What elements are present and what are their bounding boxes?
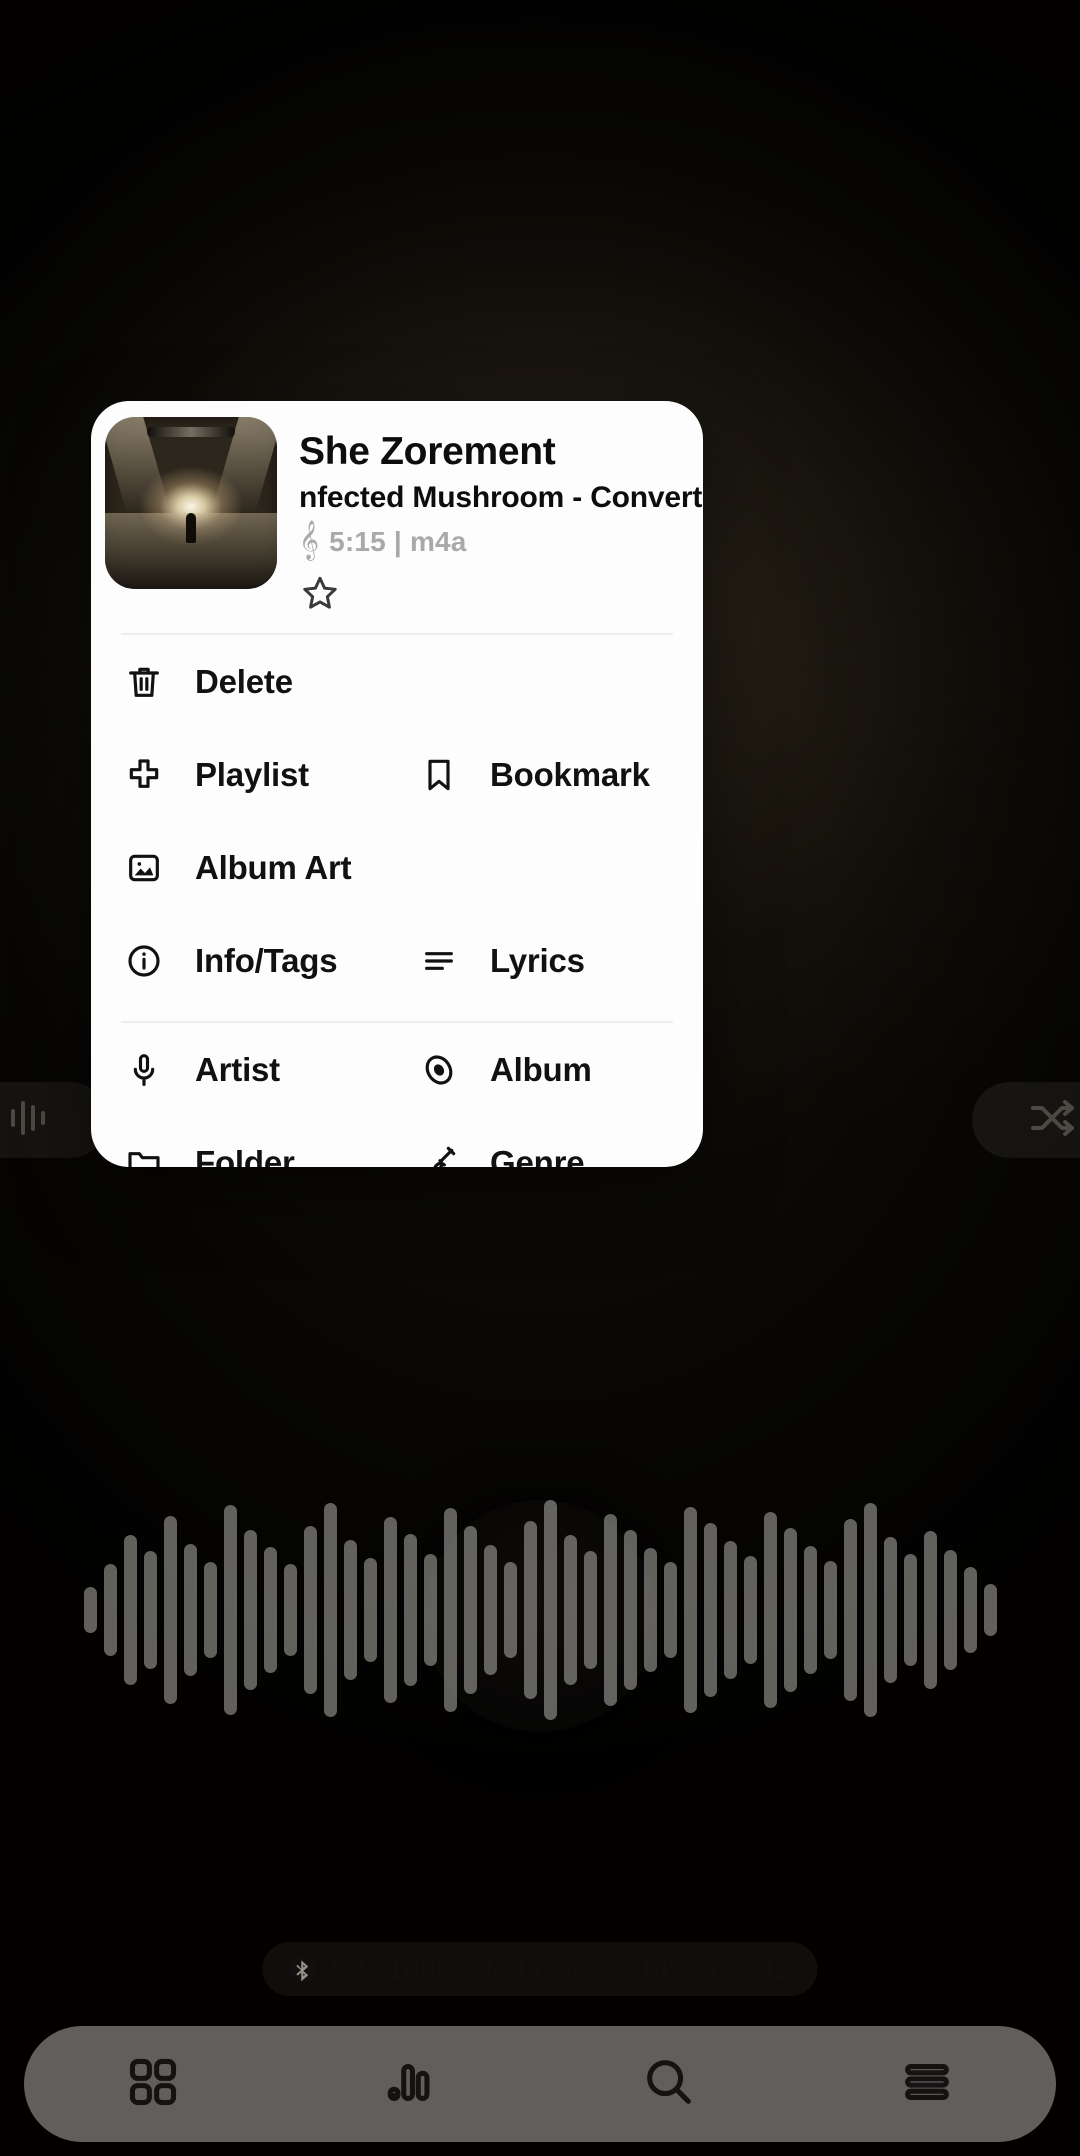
menu-item-label: Lyrics <box>490 941 585 979</box>
menu-item-album-art[interactable]: Album Art <box>91 821 412 914</box>
menu-row: Album Art <box>91 821 703 914</box>
plus-icon <box>121 752 167 798</box>
track-context-menu: She Zorement nfected Mushroom - Converti… <box>91 401 703 1167</box>
menu-item-playlist[interactable]: Playlist <box>91 728 408 821</box>
guitar-icon <box>416 1140 462 1167</box>
microphone-icon <box>121 1047 167 1093</box>
menu-item-delete[interactable]: Delete <box>91 635 412 728</box>
star-outline-icon <box>299 577 341 618</box>
vinyl-icon <box>416 1047 462 1093</box>
menu-item-label: Folder <box>195 1143 295 1167</box>
menu-list: Delete Playlist Bookmark Album Art Info/… <box>91 635 703 1167</box>
menu-row: Artist Album <box>91 1023 703 1116</box>
track-meta: She Zorement nfected Mushroom - Converti… <box>299 417 703 619</box>
trash-icon <box>121 659 167 705</box>
menu-item-label: Album Art <box>195 848 352 886</box>
menu-item-info-tags[interactable]: Info/Tags <box>91 914 408 1007</box>
menu-item-label: Album <box>490 1050 592 1088</box>
menu-row: Info/Tags Lyrics <box>91 914 703 1007</box>
menu-item-lyrics[interactable]: Lyrics <box>408 914 703 1007</box>
treble-clef-icon: 𝄞 <box>299 521 320 560</box>
menu-item-label: Delete <box>195 662 293 700</box>
text-lines-icon <box>416 938 462 984</box>
track-tech-label: 5:15 | m4a <box>329 526 467 558</box>
menu-row: Folder Genre <box>91 1116 703 1167</box>
menu-item-genre[interactable]: Genre <box>408 1116 703 1167</box>
menu-item-album[interactable]: Album <box>408 1023 703 1116</box>
track-title: She Zorement <box>299 430 556 473</box>
menu-item-folder[interactable]: Folder <box>91 1116 408 1167</box>
track-header: She Zorement nfected Mushroom - Converti… <box>91 401 703 619</box>
art-figure <box>186 513 196 543</box>
track-tech-row: 𝄞 5:15 | m4a <box>299 521 703 560</box>
menu-item-label: Playlist <box>195 755 309 793</box>
menu-item-label: Artist <box>195 1050 280 1088</box>
menu-row: Playlist Bookmark <box>91 728 703 821</box>
bookmark-icon <box>416 752 462 798</box>
menu-row-empty <box>412 635 703 728</box>
menu-row-empty <box>412 821 703 914</box>
info-icon <box>121 938 167 984</box>
image-icon <box>121 845 167 891</box>
folder-icon <box>121 1140 167 1167</box>
album-art-thumbnail[interactable] <box>105 417 277 589</box>
menu-item-label: Bookmark <box>490 755 650 793</box>
art-ceiling <box>147 427 235 437</box>
menu-item-artist[interactable]: Artist <box>91 1023 408 1116</box>
menu-item-bookmark[interactable]: Bookmark <box>408 728 703 821</box>
favorite-star-button[interactable] <box>299 572 703 619</box>
track-subtitle: nfected Mushroom - Converting V <box>299 481 703 515</box>
menu-row: Delete <box>91 635 703 728</box>
menu-item-label: Info/Tags <box>195 941 338 979</box>
menu-item-label: Genre <box>490 1143 585 1167</box>
